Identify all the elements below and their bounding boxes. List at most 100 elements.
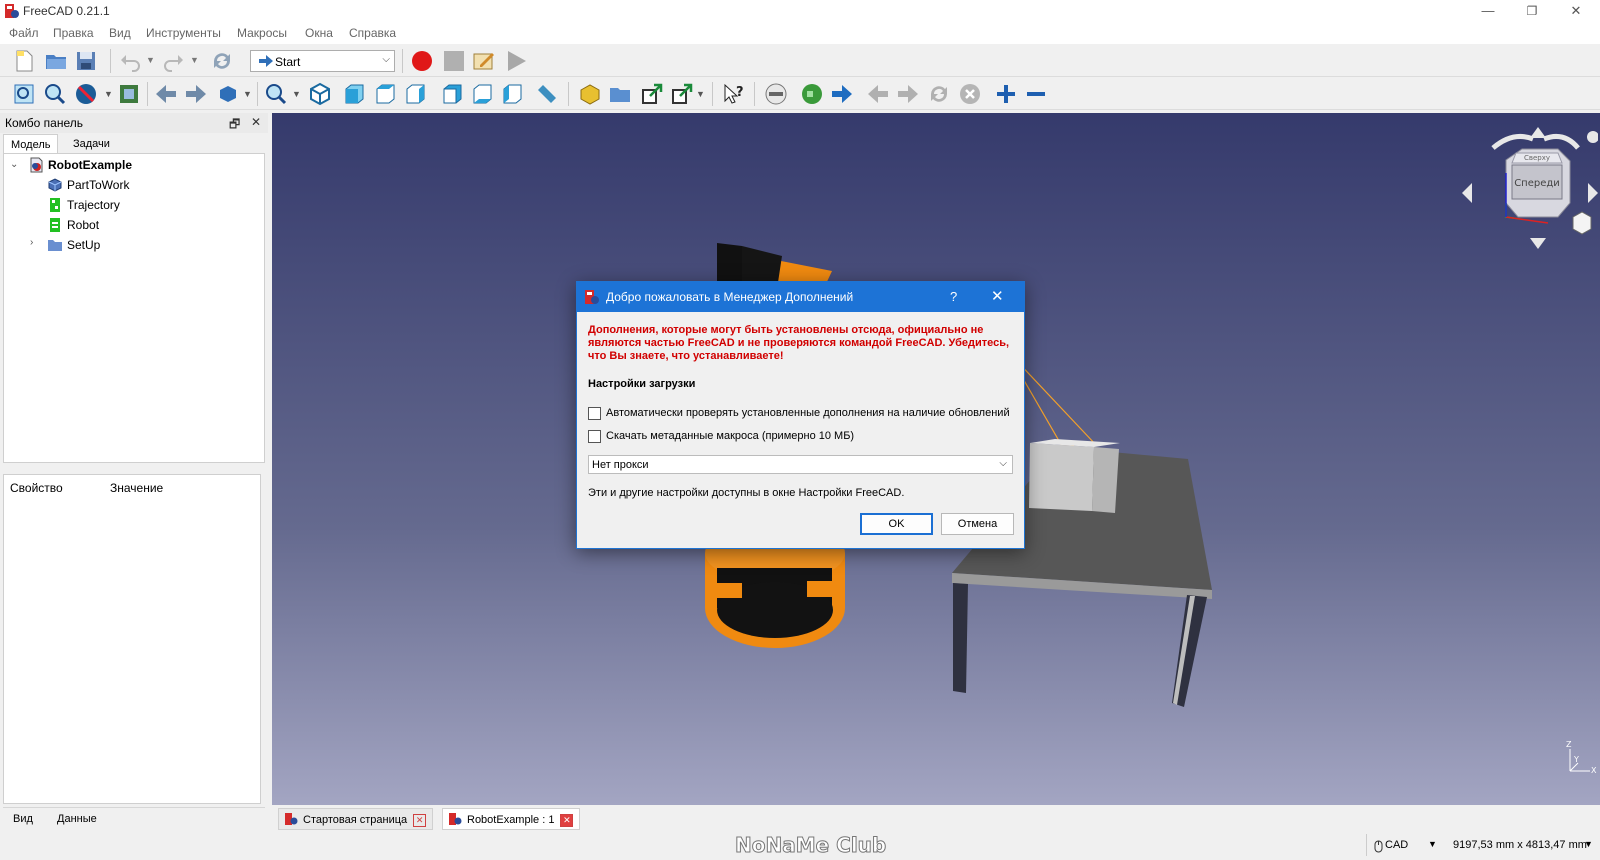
open-document-icon[interactable] (44, 49, 68, 73)
create-group-icon[interactable] (608, 82, 632, 106)
close-dialog-button[interactable]: ✕ (991, 287, 1004, 305)
web-stop-icon[interactable] (958, 82, 982, 106)
run-macro-icon[interactable] (504, 49, 528, 73)
units-dropdown-icon[interactable]: ▼ (1584, 839, 1593, 849)
bounding-box-icon[interactable] (117, 82, 141, 106)
help-button[interactable]: ? (950, 289, 957, 304)
download-macro-metadata-checkbox[interactable]: Скачать метаданные макроса (примерно 10 … (588, 429, 1008, 445)
edit-macro-icon[interactable] (472, 49, 496, 73)
arrow-right-icon (259, 55, 273, 67)
tab-start-page[interactable]: Стартовая страница ✕ (278, 808, 434, 830)
fit-selection-icon[interactable] (43, 82, 67, 106)
draw-style-dropdown-icon[interactable]: ▼ (104, 89, 113, 99)
collapse-chevron-icon[interactable]: ⌄ (10, 159, 18, 170)
stop-macro-icon[interactable] (442, 49, 466, 73)
toolbar-separator (147, 82, 148, 106)
freecad-doc-icon (285, 813, 298, 825)
tree-item-robotexample[interactable]: RobotExample (28, 156, 248, 174)
tab-robotexample[interactable]: RobotExample : 1 ✕ (442, 808, 581, 830)
expand-chevron-icon[interactable]: › (30, 237, 33, 248)
web-forward-icon[interactable] (896, 82, 920, 106)
tree-item-label: SetUp (67, 238, 101, 252)
check-updates-checkbox[interactable]: Автоматически проверять установленные до… (588, 406, 1010, 422)
tab-tasks[interactable]: Задачи (66, 134, 117, 154)
toolbar-separator (257, 82, 258, 106)
menu-edit[interactable]: Правка (53, 26, 94, 40)
float-panel-button[interactable]: 🗗 (229, 115, 240, 136)
status-bar: NoNaMe Club CAD ▼ 9197,53 mm x 4813,47 m… (0, 831, 1600, 860)
draw-style-icon[interactable] (74, 82, 98, 106)
measure-icon[interactable] (535, 82, 559, 106)
rear-view-icon[interactable] (440, 82, 464, 106)
restore-button[interactable]: ❐ (1510, 0, 1554, 22)
tree-item-robot[interactable]: Robot (47, 216, 247, 234)
refresh-icon[interactable] (210, 49, 234, 73)
tab-view[interactable]: Вид (13, 813, 33, 825)
close-tab-icon[interactable]: ✕ (560, 814, 574, 827)
tab-model[interactable]: Модель (3, 134, 59, 154)
link-actions-dropdown-icon[interactable]: ▼ (696, 89, 705, 99)
menu-macros[interactable]: Макросы (237, 26, 287, 40)
web-refresh-icon[interactable] (927, 82, 951, 106)
web-home-icon[interactable] (764, 82, 788, 106)
dialog-title: Добро пожаловать в Менеджер Дополнений (606, 290, 854, 304)
undo-dropdown-icon[interactable]: ▼ (146, 55, 155, 65)
bottom-view-icon[interactable] (470, 82, 494, 106)
create-part-icon[interactable] (578, 82, 602, 106)
redo-dropdown-icon[interactable]: ▼ (190, 55, 199, 65)
zoom-in-icon[interactable] (994, 82, 1018, 106)
proxy-select[interactable]: Нет прокси ⌵ (588, 455, 1013, 474)
top-view-icon[interactable] (373, 82, 397, 106)
ok-button[interactable]: OK (860, 513, 933, 535)
menu-tools[interactable]: Инструменты (146, 26, 221, 40)
menu-help[interactable]: Справка (349, 26, 396, 40)
checkbox-box[interactable] (588, 407, 601, 420)
tab-data[interactable]: Данные (57, 813, 97, 825)
menu-file[interactable]: Файл (9, 26, 39, 40)
zoom-icon[interactable] (264, 82, 288, 106)
workbench-selector[interactable]: Start ⌵ (250, 50, 395, 72)
undo-icon[interactable] (118, 49, 142, 73)
checkbox-label: Скачать метаданные макроса (примерно 10 … (606, 430, 855, 442)
front-view-icon[interactable] (342, 82, 366, 106)
close-tab-icon[interactable]: ✕ (413, 814, 427, 827)
menu-view[interactable]: Вид (109, 26, 131, 40)
web-go-icon[interactable] (830, 82, 854, 106)
web-globe-icon[interactable] (800, 82, 824, 106)
cancel-button[interactable]: Отмена (941, 513, 1014, 535)
tree-item-trajectory[interactable]: Trajectory (47, 196, 247, 214)
view-orientation-icon[interactable] (216, 82, 240, 106)
right-view-icon[interactable] (403, 82, 427, 106)
property-view: Свойство Значение (3, 474, 261, 804)
redo-icon[interactable] (162, 49, 186, 73)
zoom-out-icon[interactable] (1024, 82, 1048, 106)
dimensions-readout[interactable]: 9197,53 mm x 4813,47 mm (1453, 839, 1587, 851)
checkbox-box[interactable] (588, 430, 601, 443)
navigation-style[interactable]: CAD (1385, 839, 1408, 851)
web-back-icon[interactable] (866, 82, 890, 106)
tree-item-parttowork[interactable]: PartToWork (47, 176, 247, 194)
view-orientation-dropdown-icon[interactable]: ▼ (243, 89, 252, 99)
close-window-button[interactable]: ✕ (1554, 0, 1598, 22)
isometric-view-icon[interactable] (308, 82, 332, 106)
link-actions-icon[interactable] (670, 82, 694, 106)
value-column-header: Значение (110, 481, 164, 495)
forward-icon[interactable] (184, 82, 208, 106)
whats-this-icon[interactable]: ? (722, 82, 746, 106)
menu-windows[interactable]: Окна (305, 26, 333, 40)
zoom-dropdown-icon[interactable]: ▼ (292, 89, 301, 99)
freecad-logo-icon (585, 290, 599, 304)
new-document-icon[interactable] (12, 49, 36, 73)
navigation-cube[interactable]: Сверху Спереди (1458, 113, 1598, 253)
save-document-icon[interactable] (74, 49, 98, 73)
close-panel-button[interactable]: ✕ (251, 115, 261, 129)
nav-style-dropdown-icon[interactable]: ▼ (1428, 839, 1437, 849)
minimize-button[interactable]: — (1466, 0, 1510, 22)
left-view-icon[interactable] (500, 82, 524, 106)
back-icon[interactable] (154, 82, 178, 106)
axis-z-label: Z (1566, 740, 1572, 749)
tree-item-setup[interactable]: SetUp (47, 236, 247, 254)
make-link-icon[interactable] (640, 82, 664, 106)
fit-all-icon[interactable] (12, 82, 36, 106)
record-macro-icon[interactable] (410, 49, 434, 73)
